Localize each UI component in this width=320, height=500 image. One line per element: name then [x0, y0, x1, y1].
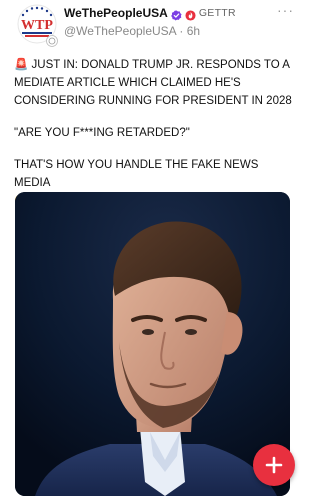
compose-fab-button[interactable]: [253, 444, 295, 486]
handle-row: @WeThePeopleUSA · 6h: [64, 24, 200, 38]
gettr-flame-icon: [185, 8, 196, 21]
headline-text: JUST IN: DONALD TRUMP JR. RESPONDS TO A …: [14, 59, 292, 107]
post-quote: "ARE YOU F***ING RETARDED?": [14, 127, 190, 139]
siren-emoji: 🚨: [14, 59, 29, 71]
closing-text: THAT'S HOW YOU HANDLE THE FAKE NEWS MEDI…: [14, 159, 259, 189]
separator: ·: [179, 24, 184, 38]
post-paragraph-1: 🚨 JUST IN: DONALD TRUMP JR. RESPONDS TO …: [14, 56, 294, 110]
post-time: 6h: [186, 24, 201, 38]
verified-badge-icon: [170, 8, 182, 21]
avatar[interactable]: WTP: [14, 4, 60, 48]
avatar-logo-text: WTP: [21, 18, 53, 33]
post-text: 🚨 JUST IN: DONALD TRUMP JR. RESPONDS TO …: [14, 56, 294, 210]
post-image[interactable]: [15, 192, 290, 496]
plus-icon: [265, 456, 283, 474]
platform-label: GETTR: [198, 7, 236, 19]
post-header: WTP WeThePeopleUSA GETTR ··· @WeThePeopl…: [0, 0, 306, 52]
author-handle[interactable]: @WeThePeopleUSA: [64, 24, 176, 38]
author-name[interactable]: WeThePeopleUSA: [64, 6, 168, 20]
more-options-icon[interactable]: ···: [277, 2, 294, 18]
